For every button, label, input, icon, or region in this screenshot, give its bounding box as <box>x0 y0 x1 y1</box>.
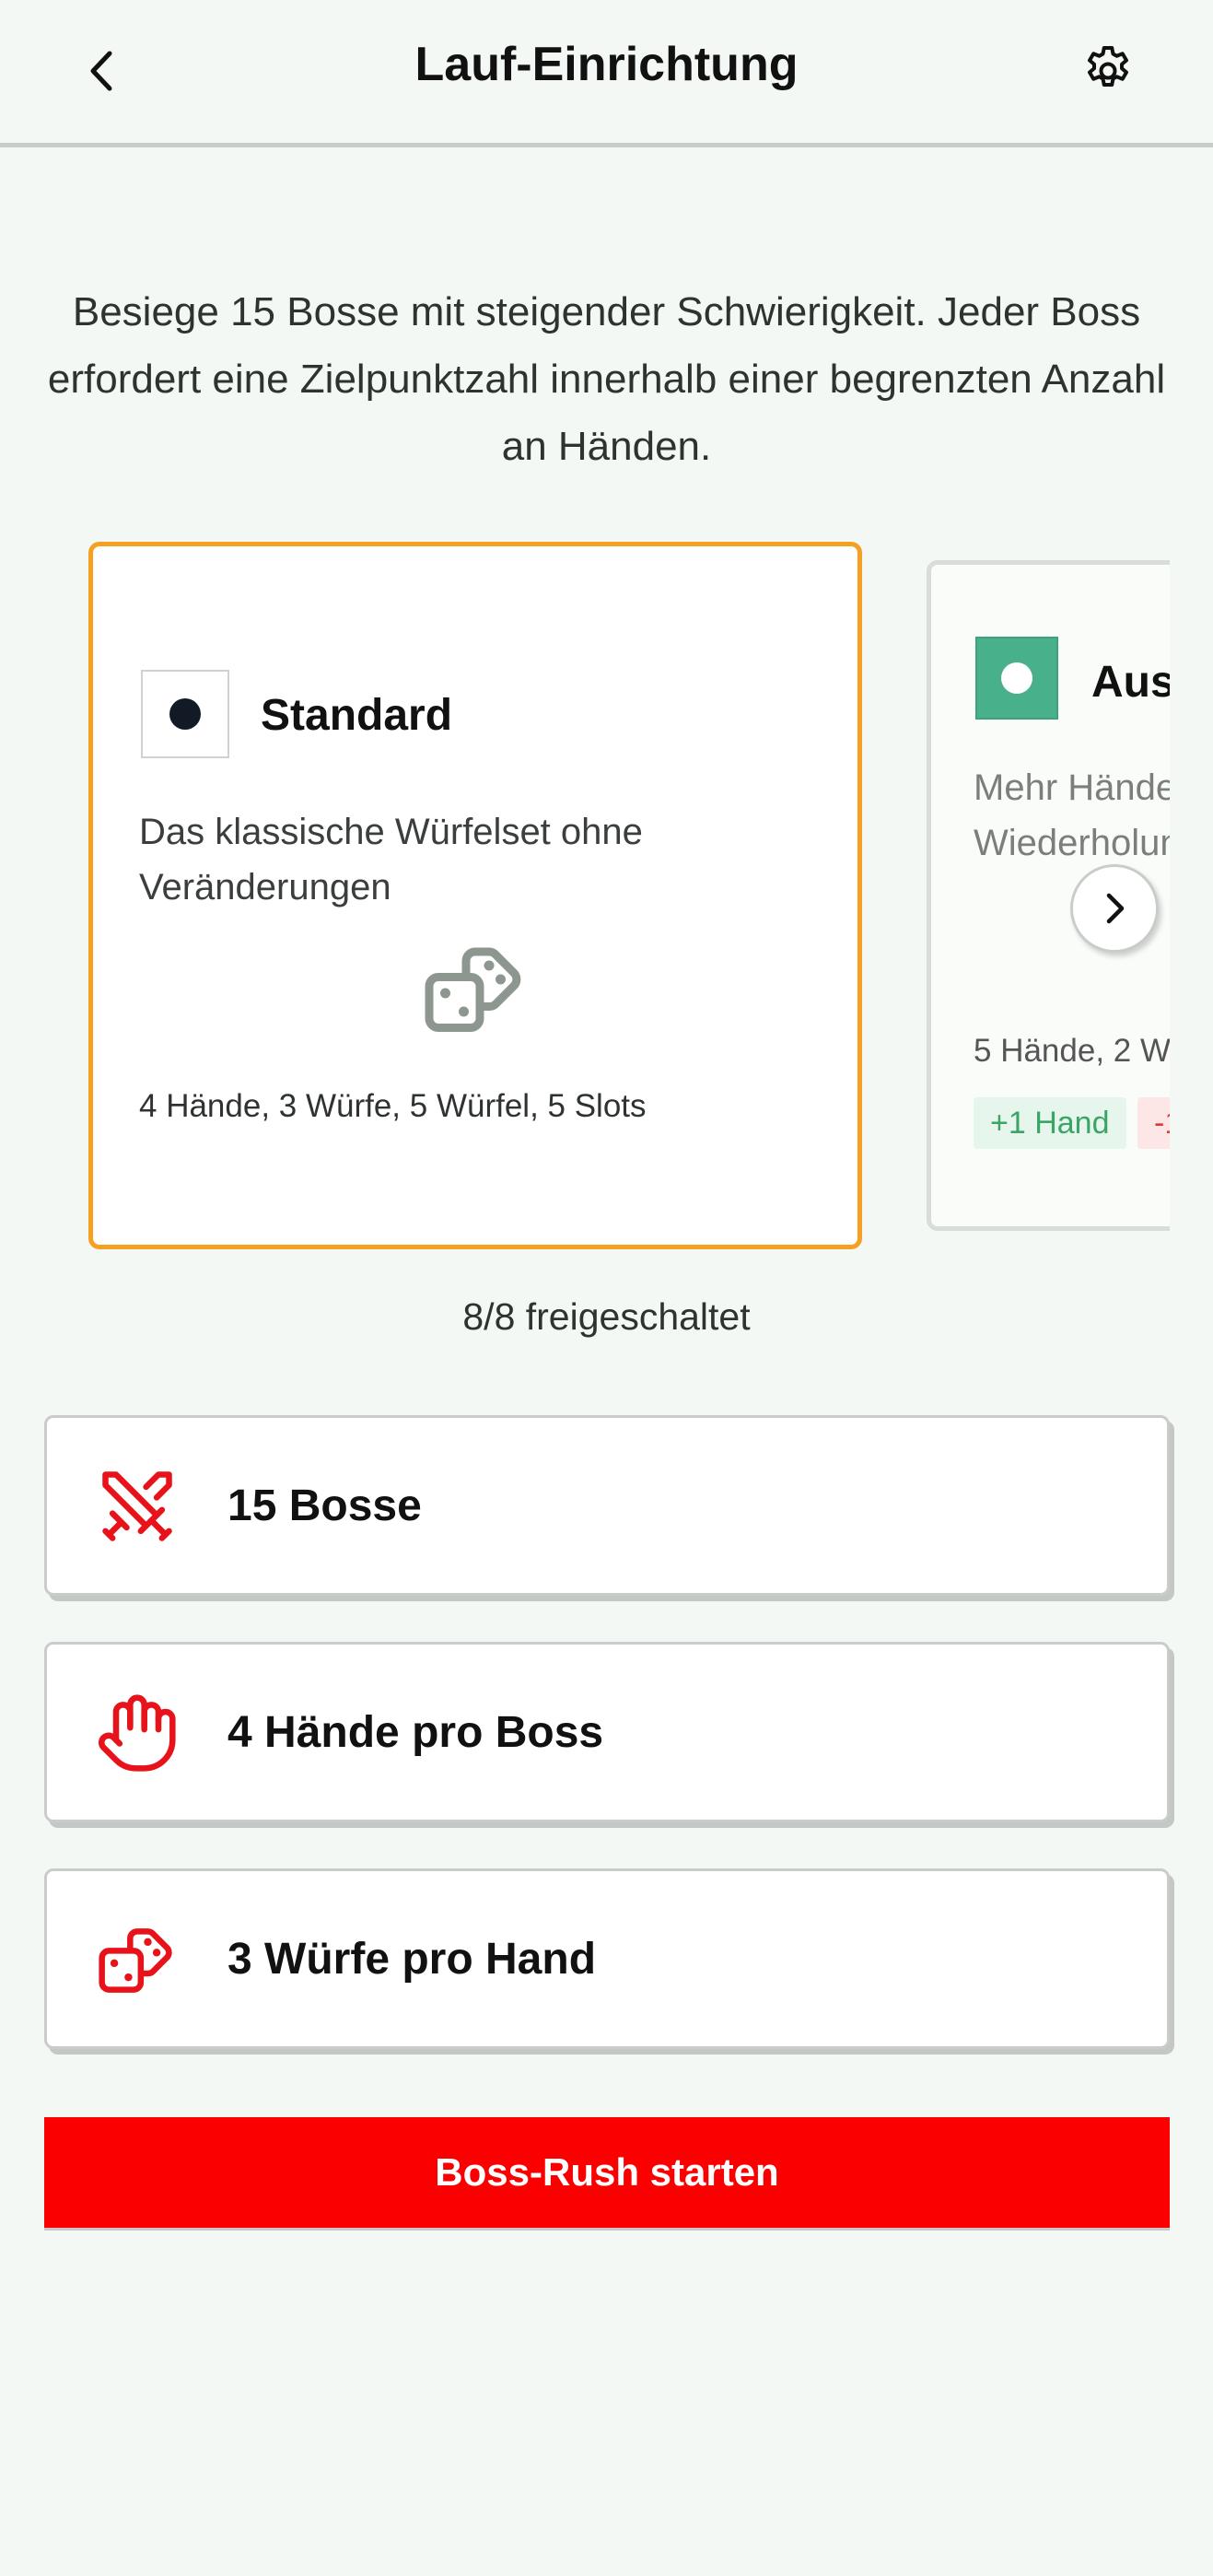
card-title: Aus <box>1091 658 1170 707</box>
tag-plus-hand: +1 Hand <box>974 1097 1126 1149</box>
tag-minus: -1 <box>1137 1097 1170 1149</box>
dice-icon <box>425 947 521 1032</box>
start-boss-rush-button[interactable]: Boss-Rush starten <box>44 2117 1170 2228</box>
page-title: Lauf-Einrichtung <box>414 38 799 91</box>
unlocked-count: 8/8 freigeschaltet <box>462 1295 751 1338</box>
info-label: 3 Würfe pro Hand <box>227 1935 597 1984</box>
dice-icon <box>99 1928 172 1993</box>
card-description: Mehr Hände Wiederholun <box>974 767 1170 863</box>
deck-carousel[interactable]: Standard Das klassische Würfelset ohne V… <box>0 534 1170 1262</box>
hand-icon <box>99 1694 176 1772</box>
carousel-next-button[interactable] <box>1070 864 1159 953</box>
card-title: Standard <box>261 691 453 740</box>
swords-icon <box>102 1471 172 1541</box>
card-stats: 5 Hände, 2 W <box>974 1033 1170 1069</box>
info-row-hands: 4 Hände pro Boss <box>44 1642 1170 1822</box>
radio-selected[interactable] <box>141 670 229 758</box>
mode-description: Besiege 15 Bosse mit steigender Schwieri… <box>47 289 1166 469</box>
info-row-bosses: 15 Bosse <box>44 1415 1170 1596</box>
info-label: 15 Bosse <box>227 1481 422 1530</box>
info-row-rolls: 3 Würfe pro Hand <box>44 1868 1170 2049</box>
card-stats: 4 Hände, 3 Würfe, 5 Würfel, 5 Slots <box>139 1088 647 1124</box>
top-bar: Lauf-Einrichtung <box>0 0 1213 147</box>
radio-option[interactable] <box>975 637 1058 720</box>
deck-card-standard[interactable]: Standard Das klassische Würfelset ohne V… <box>88 542 862 1249</box>
chevron-right-icon <box>1106 893 1125 924</box>
gear-icon <box>1088 46 1128 87</box>
card-description: Das klassische Würfelset ohne Veränderun… <box>139 812 643 907</box>
settings-button[interactable] <box>1076 39 1140 103</box>
info-label: 4 Hände pro Boss <box>227 1708 604 1757</box>
